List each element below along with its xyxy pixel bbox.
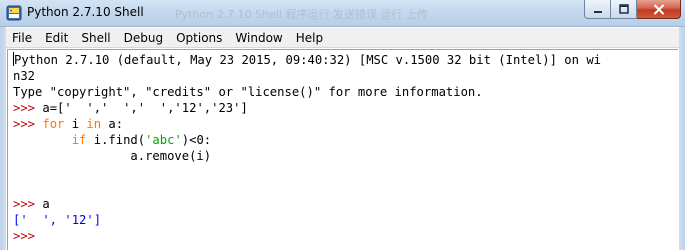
- maximize-button[interactable]: [611, 0, 637, 19]
- menu-shell[interactable]: Shell: [75, 28, 117, 48]
- menu-file[interactable]: File: [6, 28, 39, 48]
- window-frame-left: [0, 27, 6, 250]
- maximize-icon: [618, 4, 629, 14]
- python-idle-icon: [6, 5, 22, 21]
- banner-line: Python 2.7.10 (default, May 23 2015, 09:…: [13, 52, 601, 67]
- background-window-title: Python 2.7.10 Shell 程序运行 发送错误 运行 上传: [175, 8, 428, 21]
- window-frame-right: [679, 27, 685, 250]
- minimize-icon: [593, 11, 602, 13]
- shell-text-area[interactable]: Python 2.7.10 (default, May 23 2015, 09:…: [7, 49, 678, 250]
- menu-options[interactable]: Options: [170, 28, 229, 48]
- menu-window[interactable]: Window: [229, 28, 289, 48]
- input-line: >>> a: [13, 197, 50, 211]
- input-line: if i.find('abc')<0:: [71, 133, 212, 147]
- close-icon: [653, 4, 664, 14]
- shell-prompt: >>>: [13, 117, 43, 131]
- menu-bar: File Edit Shell Debug Options Window Hel…: [6, 28, 679, 48]
- output-line: [' ', '12']: [13, 213, 102, 227]
- banner-line: n32: [13, 69, 36, 83]
- banner-line: Type "copyright", "credits" or "license(…: [13, 85, 483, 99]
- menu-help[interactable]: Help: [290, 28, 330, 48]
- close-button[interactable]: [637, 0, 681, 19]
- menu-debug[interactable]: Debug: [118, 28, 170, 48]
- menu-edit[interactable]: Edit: [39, 28, 75, 48]
- shell-prompt: >>>: [13, 101, 43, 115]
- title-bar[interactable]: Python 2.7.10 Shell Python 2.7.10 Shell …: [0, 0, 685, 27]
- input-line: >>> a=[' ',' ',' ','12','23']: [13, 101, 248, 115]
- minimize-button[interactable]: [584, 0, 611, 19]
- window-title: Python 2.7.10 Shell: [27, 5, 144, 19]
- input-line: >>>: [13, 228, 42, 244]
- input-line: a.remove(i): [13, 149, 212, 163]
- window-controls: [584, 0, 681, 20]
- shell-prompt: >>>: [13, 229, 43, 243]
- input-line: >>> for i in a:: [13, 117, 124, 131]
- shell-prompt: >>>: [13, 197, 43, 211]
